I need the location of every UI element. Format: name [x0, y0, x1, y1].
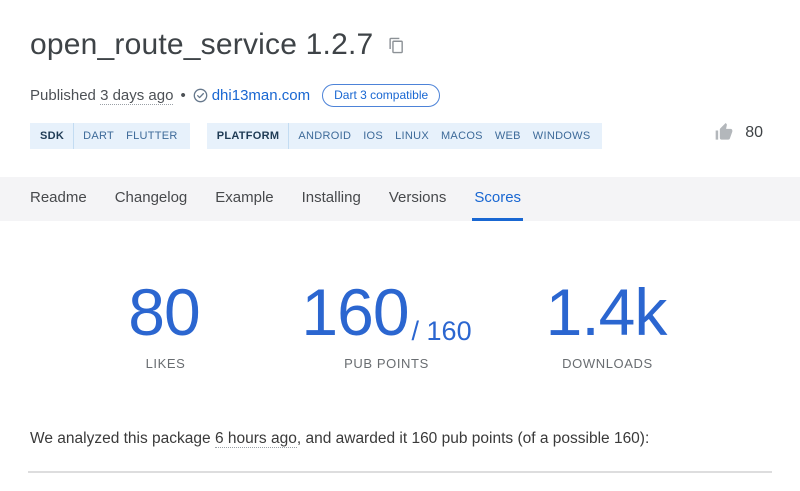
platform-item-macos[interactable]: MACOS: [441, 130, 483, 142]
section-divider: [28, 471, 772, 473]
thumb-up-icon[interactable]: [714, 123, 734, 143]
likes-count: 80: [745, 124, 763, 141]
meta-row: Published 3 days ago • dhi13man.com Dart…: [30, 84, 770, 107]
platform-item-android[interactable]: ANDROID: [298, 130, 351, 142]
analysis-time: 6 hours ago: [214, 430, 297, 448]
downloads-value: 1.4k: [497, 279, 718, 345]
platform-chip: PLATFORM ANDROID IOS LINUX MACOS WEB WIN…: [206, 123, 603, 149]
analysis-text-after: , and awarded it 160 pub points (of a po…: [296, 430, 650, 447]
likes-number: 80: [128, 275, 200, 349]
tab-readme[interactable]: Readme: [28, 177, 89, 221]
analysis-text-before: We analyzed this package: [30, 430, 215, 447]
pub-points-value: 160/ 160: [276, 279, 497, 345]
sdk-chip: SDK DART FLUTTER: [30, 123, 190, 149]
sdk-chip-label: SDK: [40, 130, 65, 142]
like-area: 80: [714, 123, 763, 143]
likes-score: 80 LIKES: [55, 279, 276, 371]
package-page: open_route_service 1.2.7 Published 3 day…: [0, 24, 800, 473]
meta-separator: •: [180, 87, 186, 104]
tab-bar: Readme Changelog Example Installing Vers…: [0, 177, 800, 221]
chip-divider: [73, 123, 75, 149]
likes-value: 80: [55, 279, 276, 345]
page-title: open_route_service 1.2.7: [30, 28, 374, 61]
dart3-compatible-badge[interactable]: Dart 3 compatible: [322, 84, 441, 107]
pub-points-score: 160/ 160 PUB POINTS: [276, 279, 497, 371]
downloads-label: DOWNLOADS: [562, 356, 653, 371]
scores-section: 80 LIKES 160/ 160 PUB POINTS 1.4k DOWNLO…: [0, 221, 800, 371]
pub-points-number: 160: [301, 275, 409, 349]
platform-item-ios[interactable]: IOS: [363, 130, 383, 142]
tab-scores[interactable]: Scores: [472, 177, 524, 221]
downloads-number: 1.4k: [545, 275, 668, 349]
platform-item-web[interactable]: WEB: [495, 130, 521, 142]
publisher-link[interactable]: dhi13man.com: [212, 87, 310, 104]
published-time: 3 days ago: [100, 86, 174, 105]
tab-installing[interactable]: Installing: [300, 177, 363, 221]
sdk-item-dart[interactable]: DART: [83, 130, 114, 142]
tab-changelog[interactable]: Changelog: [113, 177, 190, 221]
analysis-text: We analyzed this package 6 hours ago, an…: [0, 428, 800, 450]
downloads-score: 1.4k DOWNLOADS: [497, 279, 718, 371]
tab-versions[interactable]: Versions: [387, 177, 449, 221]
verified-publisher-icon: [193, 88, 208, 103]
pub-points-label: PUB POINTS: [344, 356, 429, 371]
platform-chip-label: PLATFORM: [216, 130, 280, 142]
platform-item-windows[interactable]: WINDOWS: [533, 130, 591, 142]
tab-example[interactable]: Example: [213, 177, 275, 221]
platform-item-linux[interactable]: LINUX: [395, 130, 429, 142]
chips-row: SDK DART FLUTTER PLATFORM ANDROID IOS LI…: [30, 123, 770, 149]
title-row: open_route_service 1.2.7: [30, 24, 770, 66]
chip-divider: [288, 123, 290, 149]
sdk-item-flutter[interactable]: FLUTTER: [126, 130, 178, 142]
published-label: Published: [30, 87, 101, 104]
likes-label: LIKES: [145, 356, 186, 371]
copy-icon[interactable]: [388, 37, 405, 54]
pub-points-max: / 160: [411, 316, 472, 346]
